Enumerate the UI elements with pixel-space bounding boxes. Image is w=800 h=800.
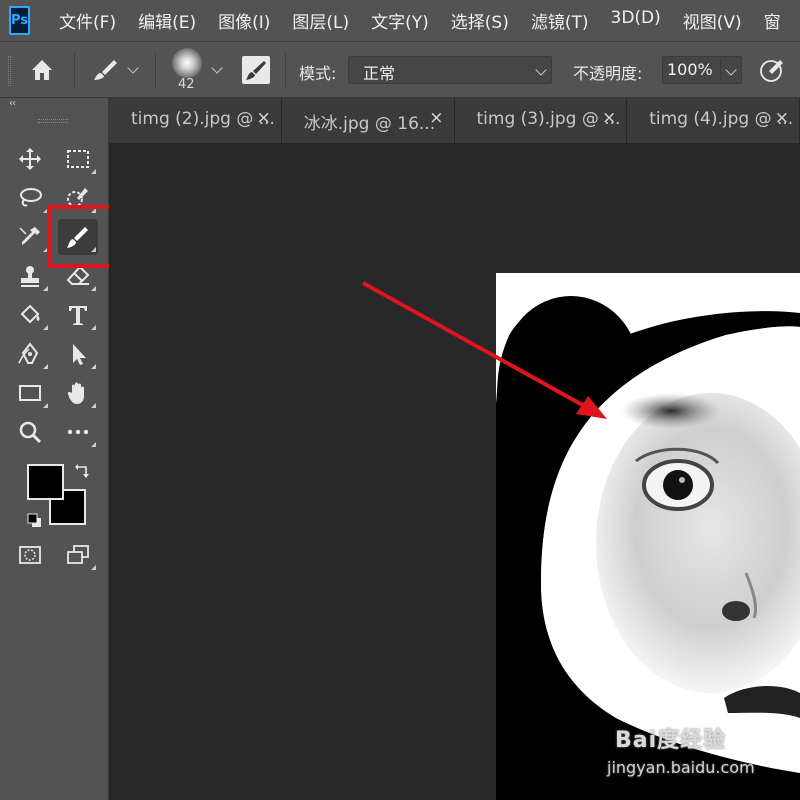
default-colors-icon[interactable]	[27, 513, 43, 529]
document-tab[interactable]: 冰冰.jpg @ 16... ×	[281, 98, 455, 143]
document-tab[interactable]: timg (4).jpg @ ... ×	[627, 98, 800, 143]
zoom-tool-icon[interactable]	[10, 414, 50, 450]
menu-type[interactable]: 文字(Y)	[371, 8, 429, 33]
options-separator	[74, 52, 75, 88]
menu-file[interactable]: 文件(F)	[59, 8, 116, 33]
options-bar: 42 模式: 正常 不透明度: 100%	[0, 41, 800, 98]
quick-mask-icon[interactable]	[10, 537, 50, 573]
collapse-panel-icon[interactable]: ‹‹	[9, 98, 16, 109]
home-icon[interactable]	[28, 56, 56, 84]
tool-group-indicator	[91, 565, 96, 570]
document-image[interactable]	[496, 273, 800, 800]
tool-group-indicator	[91, 325, 96, 330]
menu-bar: Ps 文件(F) 编辑(E) 图像(I) 图层(L) 文字(Y) 选择(S) 滤…	[0, 0, 800, 41]
menu-filter[interactable]: 滤镜(T)	[531, 8, 589, 33]
menu-items: 文件(F) 编辑(E) 图像(I) 图层(L) 文字(Y) 选择(S) 滤镜(T…	[59, 8, 800, 33]
hand-tool-icon[interactable]	[58, 375, 98, 411]
document-tab[interactable]: timg (2).jpg @ ... ×	[109, 98, 282, 143]
document-tab-bar: timg (2).jpg @ ... × 冰冰.jpg @ 16... × ti…	[109, 98, 800, 143]
tool-group-indicator	[91, 169, 96, 174]
panda-meme-image	[496, 273, 800, 800]
eyedropper-tool-icon[interactable]	[10, 219, 50, 255]
blend-mode-select[interactable]: 正常	[348, 56, 552, 84]
tool-group-indicator	[43, 325, 48, 330]
lasso-tool-icon[interactable]	[10, 180, 50, 216]
brush-settings-panel-icon[interactable]	[242, 56, 270, 84]
document-tab-label: timg (2).jpg @ ...	[131, 109, 275, 129]
paint-bucket-tool-icon[interactable]	[10, 297, 50, 333]
document-tab-label: 冰冰.jpg @ 16...	[303, 114, 436, 134]
chevron-down-icon	[535, 64, 547, 76]
brush-size-chevron-icon[interactable]	[211, 62, 223, 74]
document-tab[interactable]: timg (3).jpg @ ... ×	[454, 98, 628, 143]
close-tab-icon[interactable]: ×	[775, 108, 789, 128]
screen-mode-icon[interactable]	[58, 537, 98, 573]
chevron-down-icon	[725, 64, 737, 76]
brush-preset-icon[interactable]	[90, 56, 120, 84]
opacity-value: 100%	[667, 60, 713, 79]
rectangular-marquee-tool-icon[interactable]	[58, 141, 98, 177]
close-tab-icon[interactable]: ×	[429, 108, 443, 128]
tool-group-indicator	[43, 286, 48, 291]
pressure-opacity-icon[interactable]	[758, 56, 786, 84]
baidu-watermark-url: jingyan.baidu.com	[607, 758, 755, 777]
menu-3d[interactable]: 3D(D)	[611, 8, 661, 33]
tool-group-indicator	[43, 364, 48, 369]
tool-group-indicator	[43, 403, 48, 408]
brush-size-label: 42	[178, 77, 195, 92]
foreground-color-swatch[interactable]	[27, 464, 64, 500]
type-tool-icon[interactable]	[58, 297, 98, 333]
brush-tool-highlight-annotation	[47, 205, 116, 268]
tool-group-indicator	[91, 286, 96, 291]
options-bar-grip[interactable]	[8, 56, 11, 86]
options-separator	[285, 52, 286, 88]
menu-view[interactable]: 视图(V)	[683, 8, 742, 33]
close-tab-icon[interactable]: ×	[602, 108, 616, 128]
mode-label: 模式:	[299, 64, 337, 83]
tools-panel-grip[interactable]	[38, 119, 68, 123]
menu-layer[interactable]: 图层(L)	[292, 8, 349, 33]
opacity-input[interactable]: 100%	[662, 56, 742, 84]
options-separator	[155, 52, 156, 88]
brush-preset-chevron-icon[interactable]	[127, 62, 139, 74]
baidu-watermark-logo: Bai度经验	[615, 728, 727, 753]
swap-colors-icon[interactable]	[74, 462, 92, 480]
move-tool-icon[interactable]	[10, 141, 50, 177]
document-tab-label: timg (4).jpg @ ...	[649, 109, 794, 129]
tool-group-indicator	[91, 403, 96, 408]
tool-group-indicator	[91, 442, 96, 447]
close-tab-icon[interactable]: ×	[257, 108, 271, 128]
document-tab-label: timg (3).jpg @ ...	[476, 109, 621, 129]
clone-stamp-tool-icon[interactable]	[10, 258, 50, 294]
more-tools-icon[interactable]	[58, 414, 98, 450]
blend-mode-value: 正常	[363, 64, 396, 83]
menu-edit[interactable]: 编辑(E)	[138, 8, 196, 33]
menu-select[interactable]: 选择(S)	[451, 8, 509, 33]
menu-window[interactable]: 窗	[764, 8, 781, 33]
menu-image[interactable]: 图像(I)	[218, 8, 270, 33]
pen-tool-icon[interactable]	[10, 336, 50, 372]
tool-group-indicator	[91, 364, 96, 369]
brush-tip-preview[interactable]	[172, 48, 202, 78]
opacity-label: 不透明度:	[573, 64, 643, 83]
rectangle-tool-icon[interactable]	[10, 375, 50, 411]
path-selection-tool-icon[interactable]	[58, 336, 98, 372]
photoshop-logo[interactable]: Ps	[9, 6, 31, 35]
